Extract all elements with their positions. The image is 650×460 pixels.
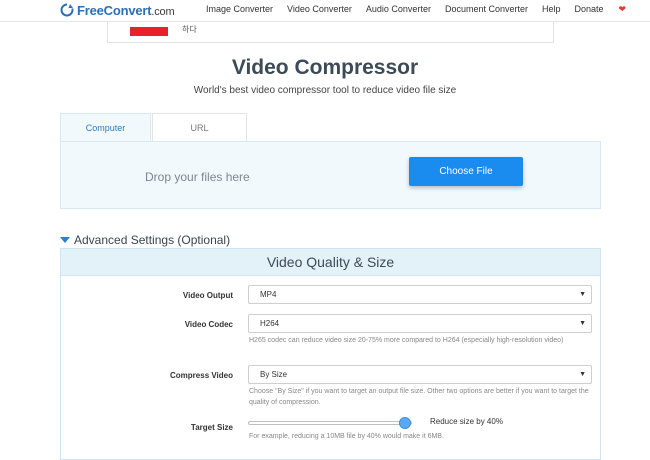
top-navbar: FreeConvert.com Image Converter Video Co… <box>0 0 650 22</box>
nav-video-converter[interactable]: Video Converter <box>287 4 352 15</box>
logo-icon <box>60 3 74 17</box>
nav-image-converter[interactable]: Image Converter <box>206 4 273 15</box>
ad-text: 하다 <box>182 25 197 34</box>
compress-video-label: Compress Video <box>170 371 233 380</box>
video-output-label: Video Output <box>182 291 233 300</box>
compress-video-value: By Size <box>260 370 288 379</box>
main-nav: Image Converter Video Converter Audio Co… <box>206 4 650 15</box>
heart-icon: ❤ <box>618 4 627 14</box>
video-output-value: MP4 <box>260 290 277 299</box>
target-size-label: Target Size <box>190 423 233 432</box>
slider-handle[interactable] <box>398 417 411 429</box>
ad-image <box>130 27 168 36</box>
target-size-value: Reduce size by 40% <box>430 417 503 426</box>
caret-down-icon: ▼ <box>579 291 586 298</box>
nav-donate-label: Donate <box>574 4 604 14</box>
triangle-down-icon <box>60 237 70 243</box>
video-codec-label: Video Codec <box>184 320 233 329</box>
compress-video-help: Choose "By Size" if you want to target a… <box>249 388 589 406</box>
nav-donate[interactable]: Donate ❤ <box>575 4 641 15</box>
video-output-select[interactable]: MP4 ▼ <box>248 285 592 304</box>
nav-audio-converter[interactable]: Audio Converter <box>366 4 431 15</box>
caret-down-icon: ▼ <box>579 320 586 327</box>
advanced-settings-label: Advanced Settings (Optional) <box>74 233 231 247</box>
tab-computer[interactable]: Computer <box>60 113 151 142</box>
compress-video-select[interactable]: By Size ▼ <box>248 365 592 384</box>
video-codec-select[interactable]: H264 ▼ <box>248 314 592 333</box>
page-subtitle: World's best video compressor tool to re… <box>193 85 457 96</box>
video-codec-value: H264 <box>260 319 280 328</box>
advanced-settings-toggle[interactable]: Advanced Settings (Optional) <box>60 233 230 247</box>
drop-text: Drop your files here <box>145 170 250 184</box>
logo[interactable]: FreeConvert.com <box>60 0 175 20</box>
panel-title: Video Quality & Size <box>61 249 600 276</box>
caret-down-icon: ▼ <box>579 371 586 378</box>
file-drop-zone[interactable]: Drop your files here Choose File <box>60 141 601 209</box>
video-quality-panel: Video Quality & Size Video Output MP4 ▼ … <box>60 248 601 460</box>
nav-help[interactable]: Help <box>542 4 561 15</box>
page-title: Video Compressor <box>231 56 419 79</box>
choose-file-button[interactable]: Choose File <box>409 157 523 186</box>
nav-document-converter[interactable]: Document Converter <box>445 4 528 15</box>
target-size-slider[interactable] <box>248 417 412 429</box>
target-size-help: For example, reducing a 10MB file by 40%… <box>249 433 444 440</box>
logo-text: FreeConvert.com <box>77 2 175 18</box>
tab-url[interactable]: URL <box>152 113 247 142</box>
ad-banner[interactable]: 하다 <box>107 22 554 43</box>
video-codec-help: H265 codec can reduce video size 20-75% … <box>249 337 564 344</box>
